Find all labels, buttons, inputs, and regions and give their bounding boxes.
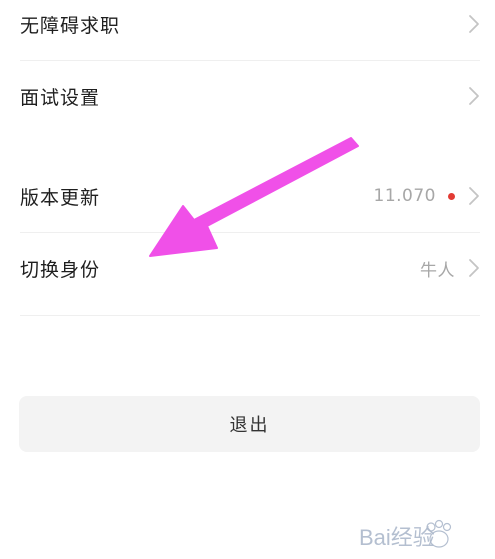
chevron-right-icon [469,259,479,277]
settings-item-label: 无障碍求职 [20,14,121,37]
watermark-text: Bai经验 [359,525,435,550]
settings-item-label: 面试设置 [20,86,101,109]
update-badge-dot [448,192,455,200]
chevron-right-icon [469,187,479,205]
logout-button[interactable]: 退出 [19,396,480,452]
settings-item-interview[interactable]: 面试设置 [0,60,495,132]
current-identity: 牛人 [420,260,455,281]
section-gap [0,132,495,162]
baidu-jingyan-watermark-icon: Bai经验 [359,519,452,550]
settings-item-label: 切换身份 [20,258,101,281]
settings-item-label: 版本更新 [20,186,101,209]
settings-item-switch-identity[interactable]: 切换身份 牛人 [0,232,495,304]
version-number: 11.070 [373,186,436,206]
chevron-right-icon [469,15,479,33]
settings-item-accessible-job[interactable]: 无障碍求职 [0,0,495,60]
chevron-right-icon [469,87,479,105]
divider [20,315,480,316]
settings-item-version-update[interactable]: 版本更新 11.070 [0,160,495,232]
